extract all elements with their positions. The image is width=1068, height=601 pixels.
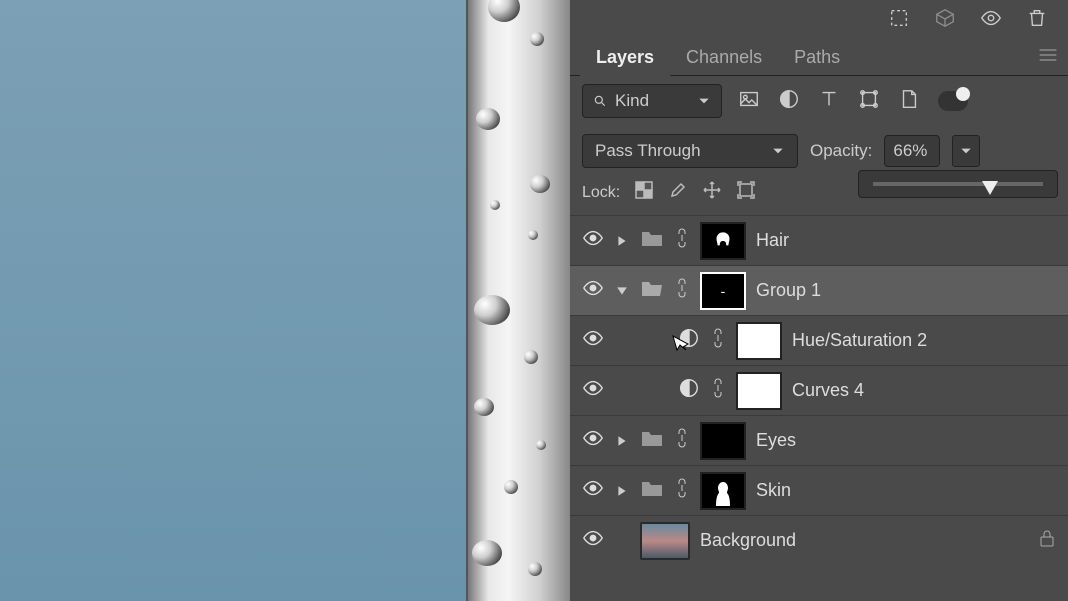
mask-thumbnail[interactable] (736, 372, 782, 410)
link-icon[interactable] (674, 427, 690, 454)
filter-smartobject-icon[interactable] (898, 88, 920, 115)
eye-icon[interactable] (980, 7, 1002, 34)
layer-thumbnail[interactable] (640, 522, 690, 560)
link-icon[interactable] (674, 277, 690, 304)
layer-hue-saturation[interactable]: Hue/Saturation 2 (570, 315, 1068, 365)
visibility-icon[interactable] (582, 377, 604, 404)
blend-mode-select[interactable]: Pass Through (582, 134, 798, 168)
visibility-icon[interactable] (582, 477, 604, 504)
folder-icon (640, 478, 664, 503)
filter-toggle[interactable] (938, 91, 968, 111)
layers-panel: Layers Channels Paths Kind Pass Through … (570, 0, 1068, 601)
disclosure-icon[interactable] (614, 285, 630, 297)
lock-artboard-icon[interactable] (736, 180, 756, 205)
mask-thumbnail[interactable] (700, 272, 746, 310)
layers-list: Hair Group 1 Hue/Saturation 2 (570, 215, 1068, 601)
layer-name: Eyes (756, 430, 796, 451)
layer-name: Hue/Saturation 2 (792, 330, 927, 351)
selection-icon[interactable] (888, 7, 910, 34)
canvas-edge (466, 0, 570, 601)
canvas-area[interactable] (0, 0, 466, 601)
lock-label: Lock: (582, 184, 620, 202)
cursor-icon (668, 334, 692, 358)
opacity-slider[interactable] (858, 170, 1058, 198)
disclosure-icon[interactable] (614, 435, 630, 447)
filter-pixel-icon[interactable] (738, 88, 760, 115)
filter-adjustment-icon[interactable] (778, 88, 800, 115)
disclosure-icon[interactable] (614, 485, 630, 497)
visibility-icon[interactable] (582, 527, 604, 554)
opacity-label: Opacity: (810, 141, 872, 161)
panel-menu-icon[interactable] (1038, 47, 1058, 68)
layer-skin[interactable]: Skin (570, 465, 1068, 515)
layer-curves[interactable]: Curves 4 (570, 365, 1068, 415)
folder-open-icon (640, 278, 664, 303)
link-icon[interactable] (674, 227, 690, 254)
blend-mode-label: Pass Through (595, 141, 701, 161)
folder-icon (640, 228, 664, 253)
lock-brush-icon[interactable] (668, 180, 688, 205)
package-icon[interactable] (934, 7, 956, 34)
layer-hair[interactable]: Hair (570, 215, 1068, 265)
link-icon[interactable] (710, 377, 726, 404)
layer-eyes[interactable]: Eyes (570, 415, 1068, 465)
mask-thumbnail[interactable] (700, 472, 746, 510)
mask-thumbnail[interactable] (700, 422, 746, 460)
layer-background[interactable]: Background (570, 515, 1068, 565)
layer-name: Curves 4 (792, 380, 864, 401)
trash-icon[interactable] (1026, 7, 1048, 34)
opacity-dropdown-button[interactable] (952, 135, 980, 167)
filter-shape-icon[interactable] (858, 88, 880, 115)
visibility-icon[interactable] (582, 277, 604, 304)
lock-transparency-icon[interactable] (634, 180, 654, 205)
filter-kind-label: Kind (615, 91, 649, 111)
filter-type-icon[interactable] (818, 88, 840, 115)
tab-channels[interactable]: Channels (670, 40, 778, 76)
visibility-icon[interactable] (582, 227, 604, 254)
disclosure-icon[interactable] (614, 235, 630, 247)
layer-name: Group 1 (756, 280, 821, 301)
mask-thumbnail[interactable] (736, 322, 782, 360)
layer-group1[interactable]: Group 1 (570, 265, 1068, 315)
adjustment-icon[interactable] (678, 377, 700, 404)
visibility-icon[interactable] (582, 427, 604, 454)
folder-icon (640, 428, 664, 453)
layer-name: Skin (756, 480, 791, 501)
layer-name: Hair (756, 230, 789, 251)
link-icon[interactable] (710, 327, 726, 354)
layer-name: Background (700, 530, 796, 551)
tab-layers[interactable]: Layers (580, 40, 670, 76)
tab-paths[interactable]: Paths (778, 40, 856, 76)
lock-icon[interactable] (1038, 528, 1056, 553)
mask-thumbnail[interactable] (700, 222, 746, 260)
link-icon[interactable] (674, 477, 690, 504)
visibility-icon[interactable] (582, 327, 604, 354)
opacity-value[interactable]: 66% (884, 135, 940, 167)
lock-move-icon[interactable] (702, 180, 722, 205)
filter-kind-select[interactable]: Kind (582, 84, 722, 118)
